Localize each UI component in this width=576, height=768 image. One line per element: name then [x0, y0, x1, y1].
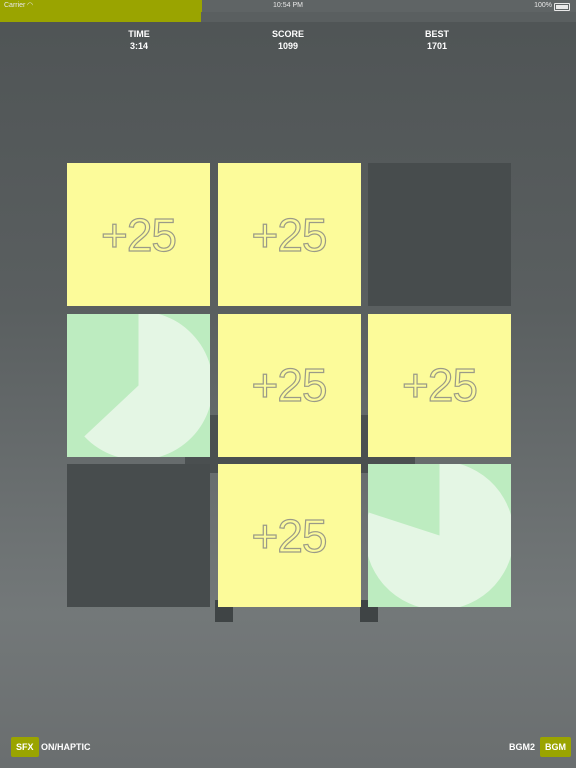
best-value: 1701: [426, 41, 448, 51]
empty-tile[interactable]: [368, 163, 511, 306]
empty-tile[interactable]: [67, 464, 210, 607]
score-value: 1099: [277, 41, 299, 51]
timer-tile[interactable]: [67, 313, 210, 457]
bonus-tile[interactable]: +25: [217, 163, 361, 306]
sfx-mode-label: ON/HAPTIC: [41, 742, 91, 752]
tile-text: +25: [100, 208, 177, 261]
tile-text: +25: [251, 358, 328, 411]
status-band: [201, 12, 576, 22]
battery-icon: [554, 3, 570, 11]
bgm-track-label: BGM2: [509, 742, 536, 752]
best-stat: BEST 1701: [392, 28, 482, 52]
bonus-tile[interactable]: +25: [217, 464, 361, 607]
tile-text: +25: [401, 358, 478, 411]
tile-text: +25: [251, 208, 328, 261]
battery-percentage: 100%: [534, 2, 552, 9]
pie-remaining-slice: [368, 464, 511, 607]
pie-timer-icon: [84, 313, 210, 457]
time-label: TIME: [128, 29, 150, 39]
score-stat: SCORE 1099: [243, 28, 333, 52]
best-label: BEST: [424, 29, 449, 39]
bonus-tile[interactable]: +25: [67, 163, 210, 306]
bonus-tile[interactable]: +25: [368, 313, 511, 457]
clock-time: 10:54 PM: [273, 2, 303, 9]
sfx-button[interactable]: SFX: [11, 737, 39, 757]
pie-timer-icon: [368, 464, 511, 607]
time-value: 3:14: [129, 41, 148, 51]
status-bar: Carrier ◠ 10:54 PM 100%: [0, 0, 576, 22]
tile-text: +25: [251, 509, 328, 562]
pie-remaining-slice: [84, 313, 210, 457]
bgm-button[interactable]: BGM: [540, 737, 571, 757]
game-board: +25 +25 +25 +25 +25: [67, 163, 511, 607]
bonus-tile[interactable]: +25: [217, 313, 361, 457]
time-stat: TIME 3:14: [94, 28, 184, 52]
score-label: SCORE: [271, 29, 304, 39]
timer-tile[interactable]: [368, 464, 511, 607]
